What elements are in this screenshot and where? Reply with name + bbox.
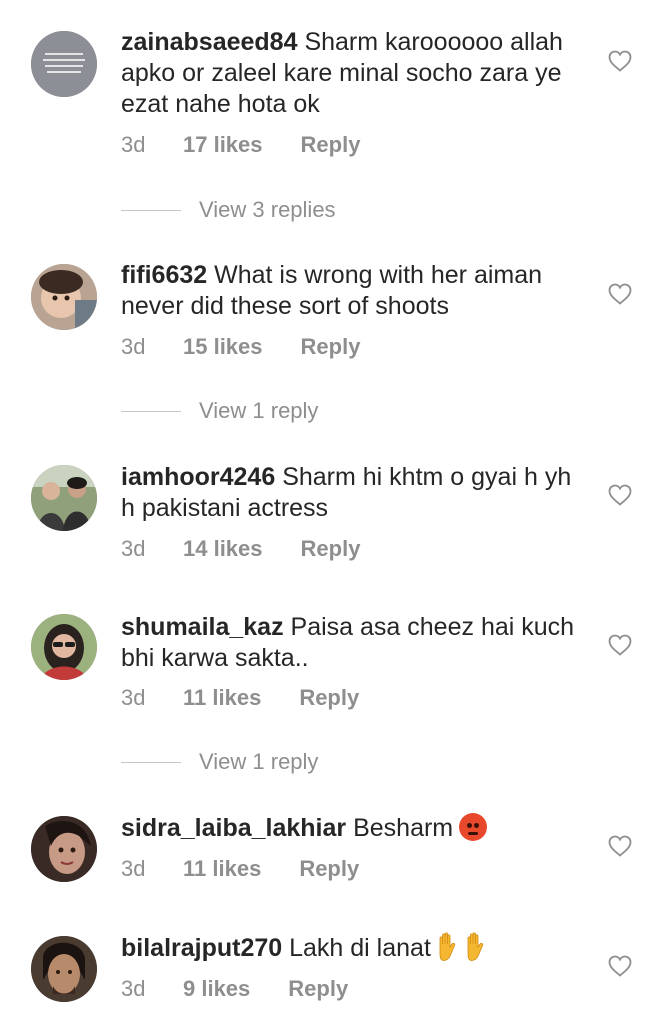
divider-line — [121, 410, 181, 412]
reply-button[interactable]: Reply — [299, 856, 359, 882]
raised-hand-icon — [435, 932, 459, 962]
username[interactable]: bilalrajput270 — [121, 934, 282, 962]
comment-meta: 3d 17 likes Reply — [121, 132, 360, 158]
divider-line — [121, 761, 181, 763]
timestamp: 3d — [121, 536, 146, 561]
timestamp: 3d — [121, 334, 146, 359]
timestamp: 3d — [121, 976, 146, 1001]
comment-meta: 3d 11 likes Reply — [121, 856, 359, 882]
timestamp: 3d — [121, 856, 146, 881]
divider-line — [121, 209, 181, 211]
comment-text: bilalrajput270 Lakh di lanat — [121, 932, 591, 964]
reply-button[interactable]: Reply — [299, 685, 359, 711]
view-replies-button[interactable]: View 1 reply — [121, 398, 318, 424]
comment-text: shumaila_kaz Paisa asa cheez hai kuch bh… — [121, 612, 591, 674]
likes-count[interactable]: 11 likes — [183, 856, 261, 882]
username[interactable]: fifi6632 — [121, 261, 207, 289]
timestamp: 3d — [121, 132, 146, 157]
username[interactable]: iamhoor4246 — [121, 463, 275, 491]
likes-count[interactable]: 14 likes — [183, 536, 263, 562]
comment-text: fifi6632 What is wrong with her aiman ne… — [121, 260, 591, 322]
comment-meta: 3d 14 likes Reply — [121, 536, 360, 562]
heart-icon[interactable] — [608, 634, 632, 656]
avatar[interactable] — [31, 31, 97, 97]
avatar[interactable] — [31, 264, 97, 330]
comment-text: sidra_laiba_lakhiar Besharm — [121, 813, 591, 844]
heart-icon[interactable] — [608, 50, 632, 72]
username[interactable]: shumaila_kaz — [121, 613, 284, 641]
username[interactable]: sidra_laiba_lakhiar — [121, 814, 346, 842]
avatar[interactable] — [31, 936, 97, 1002]
view-replies-label: View 3 replies — [199, 197, 336, 222]
comment-body: Besharm — [353, 814, 454, 842]
timestamp: 3d — [121, 685, 146, 710]
reply-button[interactable]: Reply — [301, 334, 361, 360]
raised-hand-icon — [463, 932, 487, 962]
comment-meta: 3d 9 likes Reply — [121, 976, 348, 1002]
comment-meta: 3d 15 likes Reply — [121, 334, 360, 360]
avatar[interactable] — [31, 816, 97, 882]
view-replies-label: View 1 reply — [199, 398, 319, 423]
reply-button[interactable]: Reply — [301, 132, 361, 158]
reply-button[interactable]: Reply — [288, 976, 348, 1002]
comment-text: iamhoor4246 Sharm hi khtm o gyai h yh h … — [121, 462, 591, 524]
likes-count[interactable]: 9 likes — [183, 976, 250, 1002]
view-replies-button[interactable]: View 1 reply — [121, 749, 318, 775]
likes-count[interactable]: 17 likes — [183, 132, 263, 158]
heart-icon[interactable] — [608, 835, 632, 857]
comment-meta: 3d 11 likes Reply — [121, 685, 359, 711]
username[interactable]: zainabsaeed84 — [121, 28, 298, 56]
heart-icon[interactable] — [608, 283, 632, 305]
likes-count[interactable]: 15 likes — [183, 334, 263, 360]
angry-face-icon — [459, 813, 488, 841]
likes-count[interactable]: 11 likes — [183, 685, 261, 711]
avatar[interactable] — [31, 465, 97, 531]
reply-button[interactable]: Reply — [301, 536, 361, 562]
comment-text: zainabsaeed84 Sharm karoooooo allah apko… — [121, 27, 591, 120]
view-replies-button[interactable]: View 3 replies — [121, 197, 336, 223]
heart-icon[interactable] — [608, 955, 632, 977]
view-replies-label: View 1 reply — [199, 749, 319, 774]
avatar[interactable] — [31, 614, 97, 680]
heart-icon[interactable] — [608, 484, 632, 506]
comment-body: Lakh di lanat — [289, 934, 431, 962]
